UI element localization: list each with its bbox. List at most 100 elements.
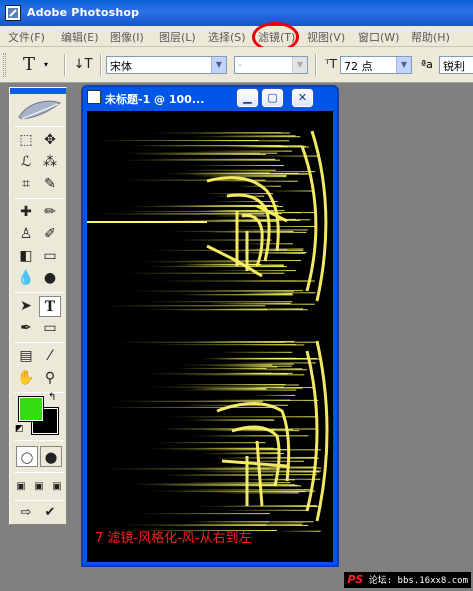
wind-streak [278, 530, 321, 532]
dodge-tool-icon[interactable]: ● [39, 268, 61, 289]
foreground-color-swatch[interactable] [18, 396, 44, 422]
wind-streak [199, 453, 285, 455]
wind-streak [150, 249, 304, 251]
toolbox: ⬚ ✥ ℒ ⁂ ⌗ ✎ ✚ ✏ ♙ ✐ ◧ ▭ 💧 ● ➤ T ✒ ▭ ▤ ⁄ … [9, 87, 67, 525]
lasso-tool-icon[interactable]: ℒ [15, 152, 37, 173]
toolbox-header[interactable] [10, 88, 66, 94]
wind-streak [186, 388, 267, 390]
menu-window[interactable]: 窗口(W) [358, 29, 399, 45]
quick-mask-mode-icon[interactable]: ⬤ [40, 446, 62, 467]
wind-streak [176, 389, 297, 391]
options-bar: T ▾ ↓T 宋体 ▼ - ▼ ᵀT 72 点 ▼ ªa 锐利 [0, 47, 473, 83]
font-size-select[interactable]: 72 点 ▼ [340, 56, 412, 74]
preset-dropdown-icon[interactable]: ▾ [44, 60, 48, 69]
separator [315, 54, 316, 76]
wind-streak [118, 210, 274, 212]
eraser-tool-icon[interactable]: ◧ [15, 246, 37, 267]
separator [64, 54, 65, 76]
wind-streak [198, 399, 319, 401]
wind-streak [216, 372, 293, 374]
font-family-select[interactable]: 宋体 ▼ [106, 56, 227, 74]
wind-streak [222, 452, 280, 454]
history-brush-tool-icon[interactable]: ✐ [39, 224, 61, 245]
antialias-select[interactable]: 锐利 [439, 56, 473, 74]
swap-colors-icon[interactable]: ↰ [48, 392, 56, 403]
wind-streak [140, 513, 270, 515]
wind-streak [201, 430, 300, 432]
wind-streak [213, 201, 278, 203]
wind-streak [240, 344, 305, 346]
screen-mode-menubar-icon[interactable]: ▣ [30, 476, 48, 497]
healing-brush-tool-icon[interactable]: ✚ [15, 202, 37, 223]
shape-tool-icon[interactable]: ▭ [39, 318, 61, 339]
maximize-button[interactable]: ▢ [261, 88, 284, 108]
wind-streak [131, 153, 266, 155]
font-size-value: 72 点 [344, 60, 373, 73]
font-family-value: 宋体 [110, 60, 132, 73]
wind-streak [189, 467, 322, 469]
wind-streak [234, 485, 302, 487]
pen-tool-icon[interactable]: ✒ [15, 318, 37, 339]
marquee-tool-icon[interactable]: ⬚ [15, 130, 37, 151]
window-title: Adobe Photoshop [27, 6, 140, 19]
wind-streak [162, 449, 321, 451]
clone-stamp-tool-icon[interactable]: ♙ [15, 224, 37, 245]
screen-mode-full-icon[interactable]: ▣ [48, 476, 66, 497]
toolbox-separator [14, 500, 64, 501]
wind-streak [189, 521, 270, 523]
default-colors-icon[interactable]: ◩ [15, 424, 24, 434]
wind-streak [262, 521, 304, 523]
hand-tool-icon[interactable]: ✋ [15, 368, 37, 389]
gradient-tool-icon[interactable]: ▭ [39, 246, 61, 267]
move-tool-icon[interactable]: ✥ [39, 130, 61, 151]
wind-streak [224, 171, 316, 173]
document-canvas[interactable]: 7 滤镜-风格化-风-从右到左 [87, 111, 333, 562]
eyedropper-tool-icon[interactable]: ⁄ [39, 346, 61, 367]
menu-edit[interactable]: 编辑(E) [61, 29, 99, 45]
wind-streak [208, 303, 315, 305]
wind-streak [189, 150, 293, 152]
wind-streak [189, 470, 322, 472]
menu-select[interactable]: 选择(S) [208, 29, 246, 45]
close-button[interactable]: ✕ [291, 88, 314, 108]
text-orientation-icon[interactable]: ↓T [72, 54, 94, 75]
slice-tool-icon[interactable]: ✎ [39, 174, 61, 195]
toolbox-separator [14, 126, 64, 127]
brush-tool-icon[interactable]: ✏ [39, 202, 61, 223]
toolbox-separator [14, 198, 64, 199]
wind-streak [156, 442, 266, 444]
options-grip[interactable] [3, 53, 6, 77]
menu-layer[interactable]: 图层(L) [159, 29, 196, 45]
text-tool-preset-icon[interactable]: T [18, 54, 40, 75]
wind-streak [243, 368, 303, 370]
wind-streak [245, 248, 304, 250]
menu-help[interactable]: 帮助(H) [411, 29, 450, 45]
standard-mode-icon[interactable]: ◯ [16, 446, 38, 467]
font-style-select[interactable]: - ▼ [234, 56, 308, 74]
crop-tool-icon[interactable]: ⌗ [15, 174, 37, 195]
blur-tool-icon[interactable]: 💧 [15, 268, 37, 289]
wind-streak [251, 387, 314, 389]
notes-tool-icon[interactable]: ▤ [15, 346, 37, 367]
menu-bar: 文件(F) 编辑(E) 图像(I) 图层(L) 选择(S) 滤镜(T) 视图(V… [0, 26, 473, 47]
path-selection-tool-icon[interactable]: ➤ [15, 296, 37, 317]
menu-file[interactable]: 文件(F) [8, 29, 45, 45]
watermark-brand: PS [347, 573, 364, 586]
screen-mode-standard-icon[interactable]: ▣ [12, 476, 30, 497]
wind-streak [167, 416, 317, 418]
menu-image[interactable]: 图像(I) [110, 29, 144, 45]
wind-streak [203, 231, 307, 233]
wind-streak [181, 482, 291, 484]
wind-streak [98, 213, 264, 215]
menu-view[interactable]: 视图(V) [307, 29, 345, 45]
checkmark-icon[interactable]: ✔ [39, 502, 61, 523]
type-tool-icon[interactable]: T [39, 296, 61, 317]
wind-streak [213, 135, 296, 137]
wind-streak [182, 309, 308, 311]
jump-to-imageready-icon[interactable]: ⇨ [15, 502, 37, 523]
zoom-tool-icon[interactable]: ⚲ [39, 368, 61, 389]
wind-streak [115, 400, 263, 402]
minimize-button[interactable]: ▁ [236, 88, 259, 108]
magic-wand-tool-icon[interactable]: ⁂ [39, 152, 61, 173]
wind-streak [255, 155, 317, 157]
